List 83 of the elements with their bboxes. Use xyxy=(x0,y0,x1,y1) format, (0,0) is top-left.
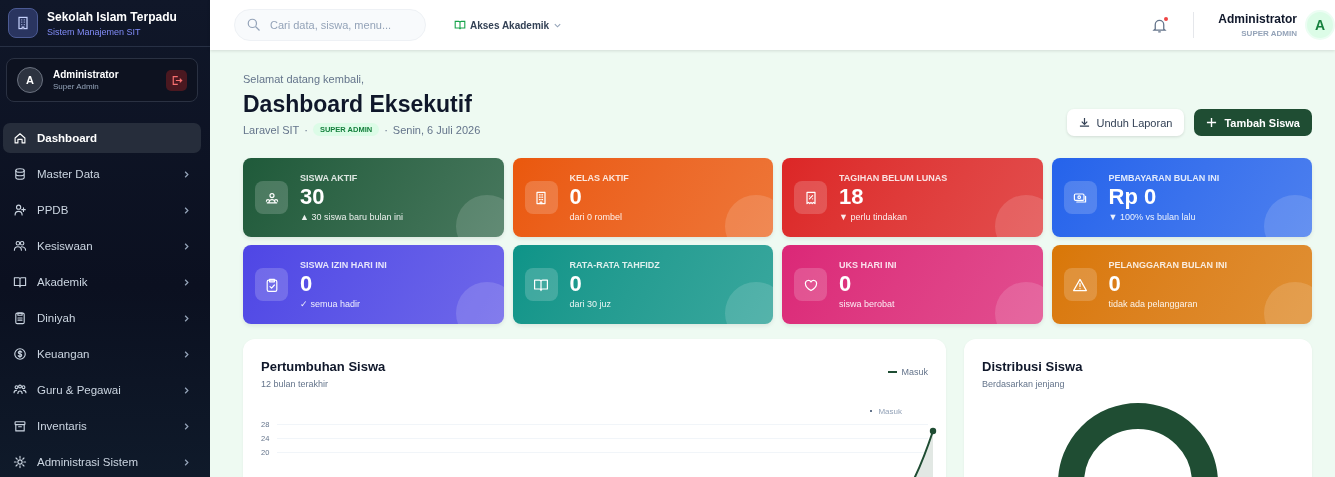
app-name: Laravel SIT xyxy=(243,123,300,136)
greeting-text: Selamat datang kembali, xyxy=(243,73,366,85)
user-role: Super Admin xyxy=(53,82,100,92)
stat-note: tidak ada pelanggaran xyxy=(1108,298,1199,309)
book-icon xyxy=(524,268,558,301)
home-icon xyxy=(13,131,27,145)
stat-value: 18 xyxy=(839,185,865,210)
panel-subtitle: Berdasarkan jenjang xyxy=(982,379,1066,389)
sidebar-menu-item[interactable]: PPDB xyxy=(3,195,201,225)
panel-title: Distribusi Siswa xyxy=(982,359,1083,374)
user-plus-icon xyxy=(13,203,27,217)
stat-label: SISWA AKTIF xyxy=(300,173,359,184)
stat-note: ✓ semua hadir xyxy=(300,298,362,309)
receipt-icon xyxy=(794,181,827,214)
user-avatar[interactable]: A xyxy=(1305,10,1335,40)
stat-value: 0 xyxy=(839,272,853,297)
sidebar-menu-item[interactable]: Inventaris xyxy=(3,411,201,441)
stat-label: RATA-RATA TAHFIDZ xyxy=(569,260,660,271)
add-button[interactable]: Tambah Siswa xyxy=(1194,109,1312,136)
database-icon xyxy=(13,167,27,181)
sidebar-menu-item[interactable]: Keuangan xyxy=(3,339,201,369)
legend-label: Masuk xyxy=(901,367,928,377)
settings-icon xyxy=(13,455,27,469)
stat-value: Rp 0 xyxy=(1108,185,1158,210)
sidebar-menu-item[interactable]: Administrasi Sistem xyxy=(3,447,201,477)
point-label: Masuk xyxy=(878,406,902,416)
logout-button[interactable] xyxy=(166,69,187,91)
separator-dot: · xyxy=(384,123,388,136)
user-avatar: A xyxy=(17,67,43,94)
clipboard-check-icon xyxy=(255,268,288,301)
stat-note: ▼ 100% vs bulan lalu xyxy=(1108,211,1197,222)
sidebar-menu-item[interactable]: Akademik xyxy=(3,267,201,297)
archive-icon xyxy=(13,419,27,433)
stat-note: dari 30 juz xyxy=(569,298,613,309)
stat-value: 0 xyxy=(569,272,583,297)
building-icon xyxy=(524,181,558,214)
panel-subtitle: 12 bulan terakhir xyxy=(261,379,330,389)
stat-value: 30 xyxy=(300,185,326,210)
sidebar-menu-item[interactable]: Dashboard xyxy=(3,123,201,153)
stat-value: 0 xyxy=(569,185,583,210)
access-dropdown[interactable]: Akses Akademik xyxy=(454,19,563,31)
user-role: SUPER ADMIN xyxy=(1241,29,1297,38)
stat-note: siswa berobat xyxy=(839,298,896,309)
brand-subtitle: Sistem Manajemen SIT xyxy=(47,26,142,37)
stat-label: TAGIHAN BELUM LUNAS xyxy=(839,173,948,184)
download-button[interactable]: Unduh Laporan xyxy=(1066,109,1185,136)
stat-value: 0 xyxy=(300,272,314,297)
clipboard-icon xyxy=(13,311,27,325)
notification-button[interactable] xyxy=(1151,16,1169,34)
money-icon xyxy=(1063,181,1097,214)
user-name: Administrator xyxy=(53,69,120,81)
book-icon xyxy=(13,275,27,289)
stat-label: PELANGGARAN BULAN INI xyxy=(1108,260,1227,271)
stat-note: ▼ perlu tindakan xyxy=(839,211,908,222)
dollar-icon xyxy=(13,347,27,361)
sidebar-menu-item[interactable]: Kesiswaan xyxy=(3,231,201,261)
logout-icon xyxy=(170,73,183,87)
stat-note: dari 0 rombel xyxy=(569,211,624,222)
people-icon xyxy=(13,383,27,397)
download-icon xyxy=(1078,117,1090,128)
stat-label: KELAS AKTIF xyxy=(569,173,629,184)
school-logo xyxy=(8,8,38,39)
page-title: Dashboard Eksekutif xyxy=(243,91,473,118)
stat-note: ▲ 30 siswa baru bulan ini xyxy=(300,211,403,222)
sidebar-menu-item[interactable]: Guru & Pegawai xyxy=(3,375,201,405)
stat-label: UKS HARI INI xyxy=(839,260,897,271)
search-field[interactable]: Cari data, siswa, menu... xyxy=(234,9,426,41)
panel-title: Pertumbuhan Siswa xyxy=(261,359,386,374)
sidebar-menu-item[interactable]: Diniyah xyxy=(3,303,201,333)
point-marker xyxy=(870,410,873,412)
user-name: Administrator xyxy=(1218,12,1297,26)
users-icon xyxy=(13,239,27,253)
book-icon xyxy=(454,19,466,31)
brand-title: Sekolah Islam Terpadu xyxy=(47,9,177,24)
stat-value: 0 xyxy=(1108,272,1122,297)
stat-label: SISWA IZIN HARI INI xyxy=(300,260,387,271)
users-icon xyxy=(255,181,288,214)
plus-icon xyxy=(1206,117,1218,128)
sidebar-menu-item[interactable]: Master Data xyxy=(3,159,201,189)
separator-dot: · xyxy=(304,123,308,136)
stat-label: PEMBAYARAN BULAN INI xyxy=(1108,173,1220,184)
date-text: Senin, 6 Juli 2026 xyxy=(392,123,481,136)
warning-icon xyxy=(1063,268,1097,301)
